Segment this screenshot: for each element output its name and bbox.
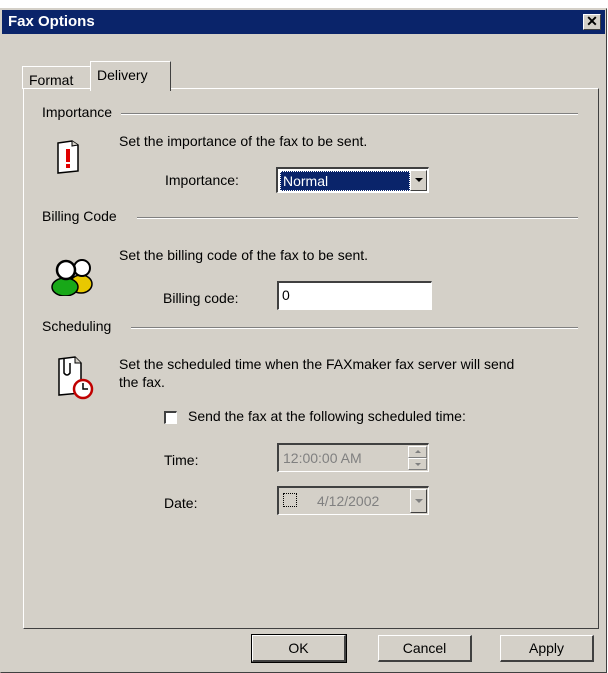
chevron-down-icon — [415, 499, 423, 503]
title-bar[interactable]: Fax Options ✕ — [2, 10, 605, 34]
scheduling-description-line1: Set the scheduled time when the FAXmaker… — [119, 356, 515, 372]
importance-section-label: Importance — [42, 104, 121, 120]
date-dropdown-button[interactable] — [410, 489, 427, 513]
importance-field-label: Importance: — [165, 172, 239, 188]
scheduling-divider — [131, 327, 578, 329]
time-spin-up-button[interactable] — [408, 446, 427, 458]
time-picker[interactable]: 12:00:00 AM — [277, 443, 429, 472]
ok-button[interactable]: OK — [251, 634, 347, 663]
chevron-down-icon — [415, 178, 423, 182]
tab-format-label: Format — [29, 72, 74, 88]
billing-description: Set the billing code of the fax to be se… — [119, 247, 369, 263]
date-picker[interactable]: 4/12/2002 — [277, 486, 429, 515]
spin-up-icon — [415, 450, 421, 453]
close-button[interactable]: ✕ — [583, 14, 601, 30]
importance-description: Set the importance of the fax to be sent… — [119, 133, 368, 149]
exclamation-document-icon — [56, 140, 80, 174]
close-icon: ✕ — [586, 13, 598, 29]
billing-code-value: 0 — [282, 287, 290, 303]
date-value: 4/12/2002 — [317, 493, 380, 509]
users-icon — [48, 254, 98, 297]
scheduling-section-label: Scheduling — [42, 318, 120, 334]
billing-field-label: Billing code: — [163, 290, 239, 306]
importance-select[interactable]: Normal — [276, 167, 429, 193]
time-spinner[interactable] — [408, 446, 427, 470]
scheduling-description-line2: the fax. — [119, 374, 165, 390]
time-spin-down-button[interactable] — [408, 458, 427, 470]
date-enable-checkbox[interactable] — [283, 493, 297, 507]
tab-delivery-label: Delivery — [97, 67, 148, 83]
importance-selected-value: Normal — [280, 171, 410, 191]
time-field-label: Time: — [164, 452, 199, 468]
apply-button[interactable]: Apply — [500, 635, 594, 662]
date-field-label: Date: — [164, 495, 198, 511]
billing-section-label: Billing Code — [42, 208, 125, 224]
importance-dropdown-button[interactable] — [410, 170, 427, 191]
window-title: Fax Options — [8, 13, 95, 30]
time-value: 12:00:00 AM — [283, 450, 362, 466]
schedule-checkbox-label: Send the fax at the following scheduled … — [188, 408, 466, 424]
scheduling-description: Set the scheduled time when the FAXmaker… — [119, 355, 579, 391]
fax-options-dialog: Fax Options ✕ Format Delivery Importance… — [0, 8, 607, 673]
billing-code-input[interactable]: 0 — [277, 281, 432, 310]
billing-divider — [137, 217, 578, 219]
spin-down-icon — [415, 463, 421, 466]
tab-format[interactable]: Format — [22, 66, 92, 89]
importance-divider — [121, 113, 578, 115]
schedule-checkbox[interactable] — [164, 411, 177, 424]
cancel-button[interactable]: Cancel — [378, 635, 472, 662]
document-clock-icon — [51, 355, 97, 401]
tab-delivery[interactable]: Delivery — [90, 61, 171, 91]
